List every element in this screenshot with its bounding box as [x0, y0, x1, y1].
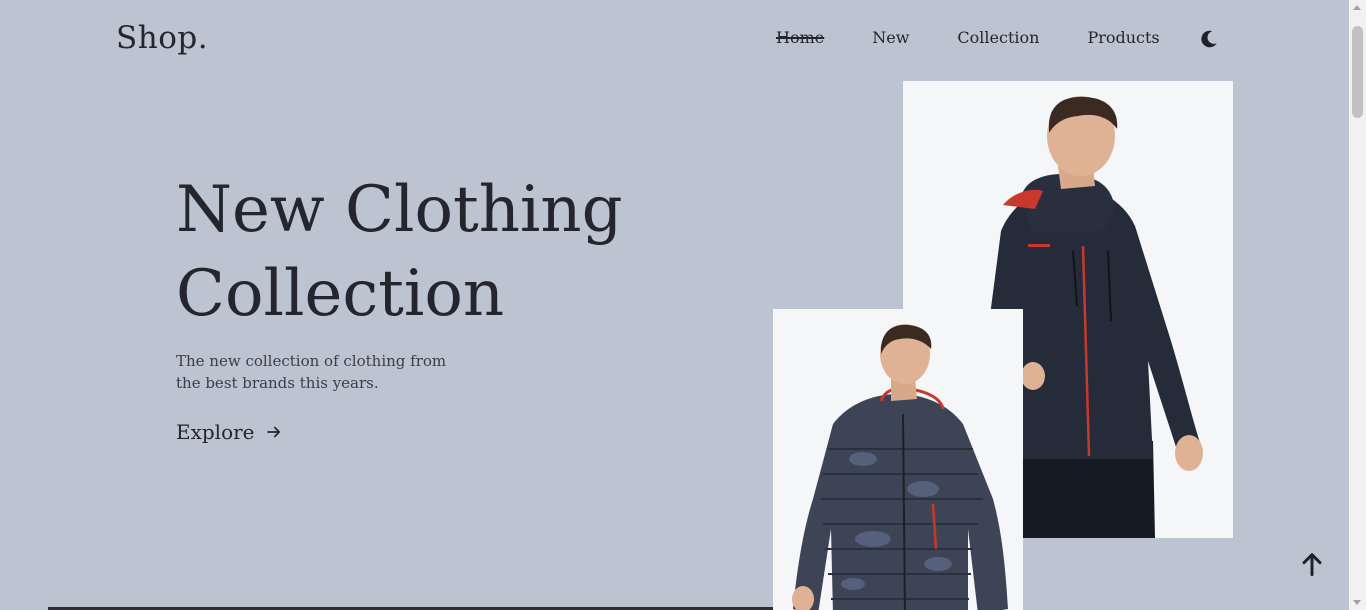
scroll-up-arrow-icon[interactable] — [1353, 5, 1361, 10]
hero-description: The new collection of clothing from the … — [176, 352, 447, 392]
explore-label: Explore — [176, 420, 255, 444]
scrollbar[interactable] — [1349, 0, 1366, 610]
nav-new[interactable]: New — [872, 28, 909, 47]
nav-home[interactable]: Home — [776, 28, 824, 47]
scroll-down-arrow-icon[interactable] — [1353, 600, 1361, 605]
product-image-small — [773, 309, 1023, 610]
moon-icon[interactable] — [1198, 28, 1220, 50]
logo[interactable]: Shop. — [116, 20, 208, 56]
nav-products[interactable]: Products — [1087, 28, 1159, 47]
arrow-up-icon — [1302, 553, 1322, 577]
arrow-right-icon — [266, 426, 280, 438]
nav-collection[interactable]: Collection — [957, 28, 1039, 47]
hero-title-line1: New Clothing — [176, 173, 623, 247]
hero-title: New Clothing Collection — [176, 168, 623, 336]
scrollbar-thumb[interactable] — [1352, 26, 1363, 118]
hero-title-line2: Collection — [176, 257, 505, 331]
page: Shop. Home New Collection Products New C… — [0, 0, 1349, 610]
scroll-top-button[interactable] — [1296, 548, 1328, 580]
main-nav: Home New Collection Products — [776, 28, 1208, 47]
explore-button[interactable]: Explore — [176, 420, 283, 444]
